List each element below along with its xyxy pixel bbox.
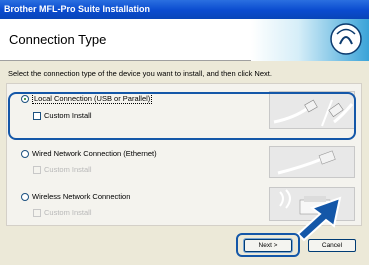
wired-connection-radio[interactable]: [21, 149, 29, 158]
instruction-text: Select the connection type of the device…: [8, 69, 272, 78]
wireless-connection-radio[interactable]: [21, 192, 29, 201]
next-button[interactable]: Next >: [243, 238, 293, 253]
wireless-custom-install-row: Custom Install: [33, 208, 92, 217]
wired-custom-install-row: Custom Install: [33, 165, 92, 174]
ethernet-cable-image: [269, 146, 355, 178]
wireless-custom-install-checkbox: [33, 208, 41, 217]
window-title: Brother MFL-Pro Suite Installation: [4, 4, 151, 14]
wizard-header: Connection Type: [0, 19, 369, 61]
wired-custom-install-checkbox: [33, 165, 41, 174]
wired-connection-radio-row[interactable]: Wired Network Connection (Ethernet): [21, 149, 157, 158]
option-wired-connection: Wired Network Connection (Ethernet) Cust…: [7, 138, 363, 178]
title-bar: Brother MFL-Pro Suite Installation: [0, 0, 369, 19]
wired-connection-label: Wired Network Connection (Ethernet): [32, 149, 157, 158]
brother-wave-logo-icon: [330, 23, 362, 55]
wireless-custom-install-label: Custom Install: [44, 208, 92, 217]
wired-custom-install-label: Custom Install: [44, 165, 92, 174]
page-title: Connection Type: [9, 32, 107, 47]
ethernet-cable-icon: [270, 147, 354, 177]
wireless-connection-radio-row[interactable]: Wireless Network Connection: [21, 192, 130, 201]
selected-option-highlight: [8, 92, 356, 140]
pointer-arrow-icon: [296, 196, 342, 242]
wireless-connection-label: Wireless Network Connection: [32, 192, 131, 201]
cancel-button[interactable]: Cancel: [308, 239, 356, 252]
installer-window: Brother MFL-Pro Suite Installation Conne…: [0, 0, 369, 265]
